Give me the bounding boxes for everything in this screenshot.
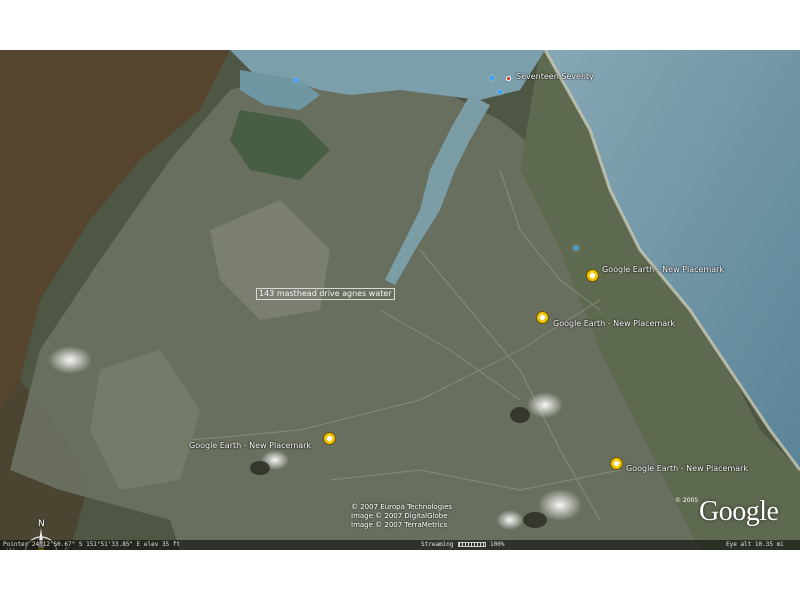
- placemark-label[interactable]: Google Earth - New Placemark: [602, 265, 724, 274]
- satellite-map-view[interactable]: Seventeen Seventy 143 masthead drive agn…: [0, 50, 800, 550]
- copyright-line: Image © 2007 TerraMetrics: [351, 521, 448, 529]
- placemark-pin-icon[interactable]: [586, 269, 599, 282]
- placemark-label[interactable]: Google Earth - New Placemark: [626, 464, 748, 473]
- address-label[interactable]: 143 masthead drive agnes water: [256, 288, 395, 300]
- placemark-pin-icon[interactable]: [610, 457, 623, 470]
- placemark-label[interactable]: Google Earth - New Placemark: [553, 319, 675, 328]
- marker-dot: [574, 246, 578, 250]
- logo-year: © 2005: [675, 497, 699, 504]
- compass-north: N: [38, 519, 45, 529]
- streaming-progress-bar: [458, 542, 486, 547]
- streaming-percent: 100%: [490, 541, 505, 548]
- streaming-label: Streaming: [421, 541, 454, 548]
- satellite-imagery: [0, 50, 800, 550]
- marker-dot: [490, 76, 494, 80]
- eye-altitude: Eye alt 10.35 mi: [726, 541, 784, 548]
- google-logo: Google: [699, 496, 779, 527]
- status-bar: Pointer 24°12'50.67" S 151°51'33.85" E e…: [0, 540, 800, 550]
- placemark-pin-icon[interactable]: [323, 432, 336, 445]
- marker-dot: [294, 78, 298, 82]
- town-marker-icon[interactable]: [506, 76, 511, 81]
- copyright-line: © 2007 Europa Technologies: [351, 503, 453, 511]
- imagery-copyright: © 2007 Europa Technologies Image © 2007 …: [351, 503, 452, 530]
- placemark-label[interactable]: Google Earth - New Placemark: [189, 441, 311, 450]
- placemark-pin-icon[interactable]: [536, 311, 549, 324]
- town-label[interactable]: Seventeen Seventy: [516, 72, 594, 81]
- pointer-coordinates: Pointer 24°12'50.67" S 151°51'33.85" E e…: [3, 541, 181, 548]
- copyright-line: Image © 2007 DigitalGlobe: [351, 512, 448, 520]
- marker-dot: [498, 90, 502, 94]
